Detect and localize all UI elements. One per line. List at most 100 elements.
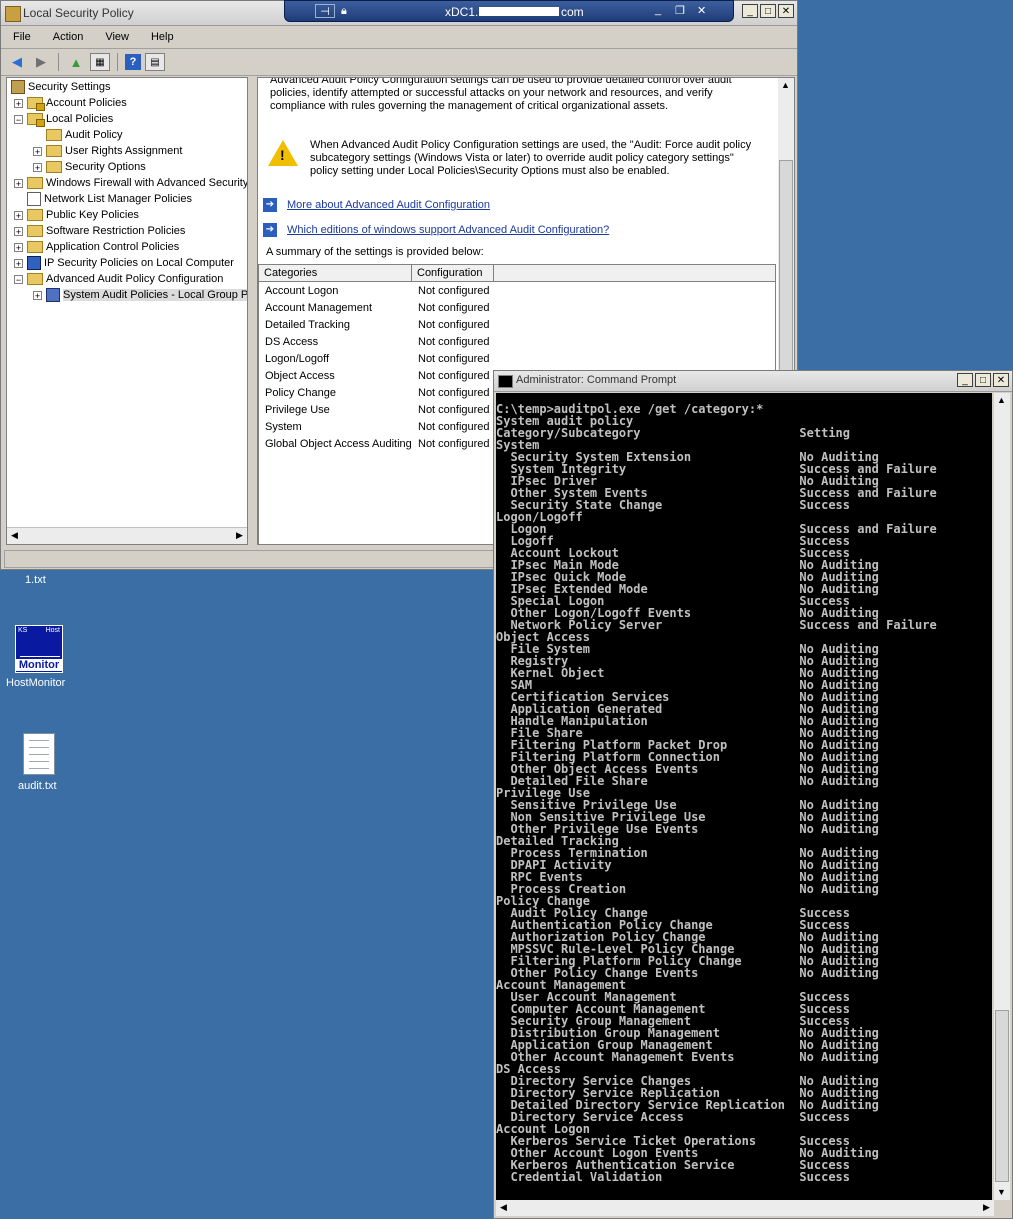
minimize-button[interactable]: _ — [742, 4, 758, 18]
tree-node-local-policies[interactable]: − Local Policies — [14, 111, 113, 127]
tree-node-security-settings[interactable]: Security Settings — [11, 79, 111, 95]
rdp-restore-button[interactable]: ❐ — [675, 4, 685, 17]
summary-text: A summary of the settings is provided be… — [266, 246, 484, 258]
remote-desktop-bar: ⊣ 🔒︎ xDC1. com _ ❐ ✕ — [284, 0, 734, 22]
ip-security-icon — [27, 256, 41, 270]
collapse-icon[interactable]: − — [14, 114, 23, 124]
folder-icon — [46, 145, 62, 157]
scroll-thumb[interactable] — [995, 1010, 1009, 1182]
hostmonitor-monitor-label: Monitor — [16, 659, 62, 671]
tree-node-system-audit-policies[interactable]: + System Audit Policies - Local Group Po — [33, 287, 247, 303]
scroll-down-icon[interactable]: ▼ — [994, 1185, 1009, 1200]
redaction-bar — [479, 7, 559, 16]
scrollbar-corner — [994, 1200, 1010, 1216]
column-header-configuration[interactable]: Configuration — [412, 265, 494, 281]
list-item[interactable]: Detailed Tracking Not configured — [259, 316, 775, 333]
tree-node-public-key[interactable]: + Public Key Policies — [14, 207, 139, 223]
list-item[interactable]: DS Access Not configured — [259, 333, 775, 350]
arrow-link-icon: ➔ — [263, 198, 277, 212]
folder-icon — [46, 161, 62, 173]
cmd-title: Administrator: Command Prompt — [516, 374, 677, 386]
tree-node-security-options[interactable]: + Security Options — [33, 159, 146, 175]
scroll-left-icon[interactable]: ◀ — [7, 528, 22, 543]
show-hide-tree-icon[interactable]: ▦ — [90, 53, 110, 71]
folder-icon — [27, 113, 45, 127]
menu-action[interactable]: Action — [41, 31, 94, 43]
link-row-more-about: ➔ More about Advanced Audit Configuratio… — [263, 198, 490, 212]
expand-icon[interactable]: + — [14, 98, 23, 108]
text-file-icon[interactable] — [23, 733, 55, 775]
expand-icon[interactable]: + — [14, 258, 23, 268]
menu-bar: File Action View Help — [1, 26, 797, 49]
expand-icon[interactable]: + — [33, 146, 42, 156]
scroll-right-icon[interactable]: ▶ — [232, 528, 247, 543]
scroll-left-icon[interactable]: ◀ — [496, 1200, 511, 1215]
properties-icon[interactable]: ▤ — [145, 53, 165, 71]
intro-text: Advanced Audit Policy Configuration sett… — [270, 77, 732, 112]
list-item[interactable]: Account Logon Not configured — [259, 282, 775, 299]
list-item[interactable]: Account Management Not configured — [259, 299, 775, 316]
forward-arrow-icon[interactable]: ▶ — [31, 53, 51, 71]
expand-icon[interactable]: + — [14, 178, 23, 188]
hostmonitor-ks-label: KS — [18, 627, 28, 634]
console-output[interactable]: C:\temp>auditpol.exe /get /category:* Sy… — [496, 393, 992, 1200]
console-text: C:\temp>auditpol.exe /get /category:* Sy… — [496, 393, 992, 1183]
cmd-close-button[interactable]: ✕ — [993, 373, 1009, 387]
menu-view[interactable]: View — [93, 31, 139, 43]
audit-txt-label[interactable]: audit.txt — [18, 780, 57, 792]
expand-icon[interactable]: + — [33, 162, 42, 172]
collapse-icon[interactable]: − — [14, 274, 23, 284]
help-icon[interactable]: ? — [125, 54, 141, 70]
cmd-maximize-button[interactable]: □ — [975, 373, 991, 387]
back-arrow-icon[interactable]: ◀ — [7, 53, 27, 71]
cmd-minimize-button[interactable]: _ — [957, 373, 973, 387]
column-header-categories[interactable]: Categories — [259, 265, 412, 281]
expand-icon[interactable]: + — [14, 226, 23, 236]
network-list-icon — [27, 192, 41, 206]
rdp-minimize-button[interactable]: _ — [655, 4, 661, 16]
command-prompt-window: Administrator: Command Prompt _ □ ✕ C:\t… — [493, 370, 1013, 1219]
toolbar: ◀ ▶ ▲ ▦ ? ▤ — [1, 49, 797, 76]
maximize-button[interactable]: □ — [760, 4, 776, 18]
folder-icon — [27, 241, 43, 253]
console-tree[interactable]: Security Settings + Account Policies − Loc… — [6, 77, 248, 545]
desktop-file-1txt[interactable]: 1.txt — [25, 574, 46, 586]
console-line: Category/Subcategory Setting — [496, 426, 851, 440]
expand-icon[interactable]: + — [33, 290, 42, 300]
scroll-up-icon[interactable]: ▲ — [994, 393, 1009, 408]
list-header: Categories Configuration — [259, 265, 775, 282]
cmd-vertical-scrollbar[interactable]: ▲ ▼ — [994, 393, 1010, 1200]
tree-node-application-control[interactable]: + Application Control Policies — [14, 239, 179, 255]
tree-node-user-rights[interactable]: + User Rights Assignment — [33, 143, 182, 159]
tree-horizontal-scrollbar[interactable]: ◀ ▶ — [7, 527, 247, 544]
tree-node-windows-firewall[interactable]: + Windows Firewall with Advanced Security — [14, 175, 247, 191]
close-button[interactable]: ✕ — [778, 4, 794, 18]
warning-text: When Advanced Audit Policy Configuration… — [310, 139, 752, 177]
menu-file[interactable]: File — [1, 31, 41, 43]
cmd-horizontal-scrollbar[interactable]: ◀ ▶ — [496, 1200, 994, 1216]
pulse-wave-icon — [20, 638, 60, 657]
up-folder-icon[interactable]: ▲ — [66, 53, 86, 71]
tree-node-network-list[interactable]: Network List Manager Policies — [27, 191, 192, 207]
cmd-icon — [498, 375, 513, 388]
list-item[interactable]: Logon/Logoff Not configured — [259, 350, 775, 367]
menu-help[interactable]: Help — [139, 31, 184, 43]
hostmonitor-icon[interactable]: KS Host Monitor — [15, 625, 63, 673]
tree-node-audit-policy[interactable]: Audit Policy — [46, 127, 122, 143]
pin-icon[interactable]: ⊣ — [315, 4, 335, 18]
hostmonitor-host-label: Host — [45, 627, 60, 634]
tree-node-ip-security[interactable]: + IP Security Policies on Local Computer — [14, 255, 234, 271]
editions-link[interactable]: Which editions of windows support Advanc… — [287, 224, 609, 236]
scroll-up-icon[interactable]: ▲ — [778, 78, 793, 93]
tree-node-advanced-audit[interactable]: − Advanced Audit Policy Configuration — [14, 271, 223, 287]
scroll-right-icon[interactable]: ▶ — [979, 1200, 994, 1215]
rdp-close-button[interactable]: ✕ — [697, 4, 706, 17]
hostmonitor-label[interactable]: HostMonitor — [6, 677, 65, 689]
tree-node-software-restriction[interactable]: + Software Restriction Policies — [14, 223, 185, 239]
tree-node-account-policies[interactable]: + Account Policies — [14, 95, 127, 111]
cmd-titlebar[interactable]: Administrator: Command Prompt _ □ ✕ — [494, 371, 1012, 392]
audit-policy-icon — [46, 288, 60, 302]
expand-icon[interactable]: + — [14, 242, 23, 252]
more-about-link[interactable]: More about Advanced Audit Configuration — [287, 199, 490, 211]
expand-icon[interactable]: + — [14, 210, 23, 220]
